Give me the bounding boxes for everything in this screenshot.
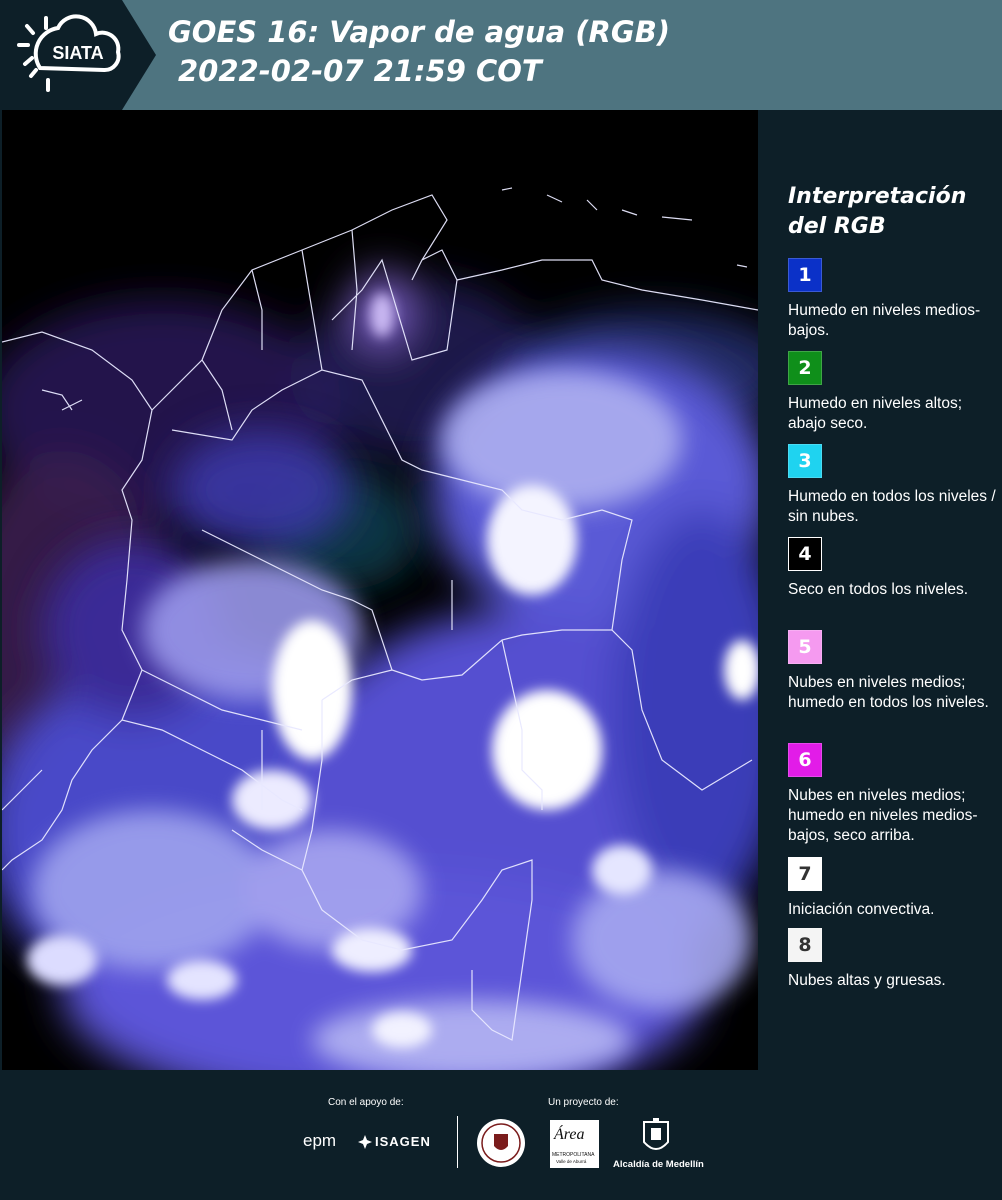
legend-swatch-1: 1 xyxy=(788,258,822,292)
legend-text-3: Humedo en todos los niveles / sin nubes. xyxy=(788,488,996,525)
support-caption: Con el apoyo de: xyxy=(328,1097,404,1108)
alcaldia-logo-text: Alcaldía de Medellín xyxy=(613,1159,704,1170)
legend-swatch-6: 6 xyxy=(788,743,822,777)
legend-item-2: 2 Humedo en niveles altos; abajo seco. xyxy=(788,351,998,434)
legend-item-4: 4 Seco en todos los niveles. xyxy=(788,537,998,600)
legend-item-5: 5 Nubes en niveles medios; humedo en todo… xyxy=(788,630,998,713)
project-caption: Un proyecto de: xyxy=(548,1097,619,1108)
satellite-rgb-image xyxy=(2,110,758,1070)
isagen-icon xyxy=(358,1134,372,1149)
legend-swatch-4: 4 xyxy=(788,537,822,571)
page-timestamp: 2022-02-07 21:59 COT xyxy=(178,54,542,88)
page-title: GOES 16: Vapor de agua (RGB) xyxy=(168,15,671,49)
legend-swatch-5: 5 xyxy=(788,630,822,664)
legend-text-2: Humedo en niveles altos; abajo seco. xyxy=(788,395,963,432)
legend-panel: Interpretación del RGB 1 Humedo en nivele… xyxy=(760,110,1002,1072)
logo-text: SIATA xyxy=(52,43,103,63)
legend-text-1: Humedo en niveles medios-bajos. xyxy=(788,302,981,339)
legend-text-5: Nubes en niveles medios; humedo en todos… xyxy=(788,674,989,711)
legend-swatch-8: 8 xyxy=(788,928,822,962)
legend-swatch-2: 2 xyxy=(788,351,822,385)
epm-logo: epm xyxy=(303,1131,337,1150)
legend-text-8: Nubes altas y gruesas. xyxy=(788,972,946,989)
area-logo-sub: METROPOLITANA xyxy=(552,1152,595,1158)
header-bar: SIATA GOES 16: Vapor de agua (RGB) 2022-… xyxy=(0,0,1002,110)
area-logo-sub2: Valle de Aburrá xyxy=(556,1159,587,1164)
legend-item-1: 1 Humedo en niveles medios-bajos. xyxy=(788,258,998,341)
area-metropolitana-logo: Área METROPOLITANA Valle de Aburrá xyxy=(550,1120,599,1168)
legend-swatch-3: 3 xyxy=(788,444,822,478)
legend-item-7: 7 Iniciación convectiva. xyxy=(788,857,998,920)
footer-divider xyxy=(457,1116,458,1168)
legend-item-6: 6 Nubes en niveles medios; humedo en nive… xyxy=(788,743,998,846)
legend-text-4: Seco en todos los niveles. xyxy=(788,581,969,598)
legend-item-3: 3 Humedo en todos los niveles / sin nubes… xyxy=(788,444,998,527)
legend-text-6: Nubes en niveles medios; humedo en nivel… xyxy=(788,787,978,844)
legend-swatch-7: 7 xyxy=(788,857,822,891)
siata-logo: SIATA xyxy=(0,0,156,110)
seal-logo xyxy=(476,1118,526,1168)
isagen-logo: ISAGEN xyxy=(375,1134,431,1149)
alcaldia-shield-icon xyxy=(642,1118,670,1156)
legend-title: Interpretación del RGB xyxy=(788,184,967,239)
footer: Con el apoyo de: Un proyecto de: epm ISA… xyxy=(0,1072,1002,1200)
legend-text-7: Iniciación convectiva. xyxy=(788,901,935,918)
legend-item-8: 8 Nubes altas y gruesas. xyxy=(788,928,998,991)
area-logo-title: Área xyxy=(554,1126,585,1143)
